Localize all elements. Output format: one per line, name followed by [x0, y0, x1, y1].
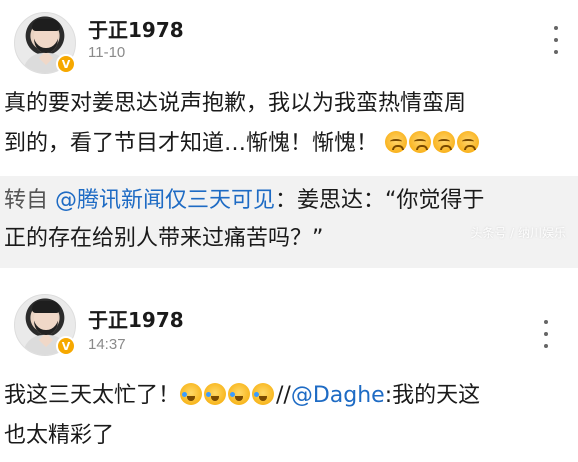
dot-icon [554, 50, 558, 54]
more-options-button[interactable] [536, 320, 556, 348]
post-text: 真的要对姜思达说声抱歉，我以为我蛮热情蛮周 到的，看了节目才知道…惭愧！惭愧！ [4, 84, 481, 164]
post-text-after-mention: :我的天这 [384, 383, 481, 408]
sad-face-icon [457, 131, 480, 153]
username[interactable]: 于正1978 [88, 14, 184, 43]
weibo-post-1: V 于正1978 11-10 真的要对姜思达说声抱歉，我以为我蛮热情蛮周 到的，… [0, 0, 578, 268]
post-time: 11-10 [88, 44, 126, 61]
watermark: 头条号 / 纳川娱乐 [470, 226, 566, 240]
dot-icon [544, 320, 548, 324]
more-options-button[interactable] [546, 26, 566, 54]
dot-icon [544, 344, 548, 348]
sad-face-icon [409, 131, 432, 153]
sad-face-icon [385, 131, 408, 153]
post-text-line-2: 到的，看了节目才知道…惭愧！惭愧！ [4, 124, 481, 164]
post-text-line-2-content: 到的，看了节目才知道…惭愧！惭愧！ [4, 131, 379, 156]
dot-icon [554, 38, 558, 42]
weibo-post-2: V 于正1978 14:37 我这三天太忙了！ //@Daghe:我的天这 也太精… [0, 268, 578, 462]
post-text-before-emoji: 我这三天太忙了！ [4, 383, 181, 408]
repost-mention-link[interactable]: @腾讯新闻仅三天可见 [55, 188, 275, 213]
post-text-line-2: 也太精彩了 [4, 423, 115, 448]
dot-icon [554, 26, 558, 30]
repost-line-1-rest: ：姜思达：“你觉得于 [275, 188, 485, 213]
repost-separator: // [276, 383, 291, 408]
dot-icon [544, 332, 548, 336]
laughing-crying-icon [180, 383, 203, 405]
verified-badge-icon: V [56, 54, 76, 74]
post-text-line-1: 真的要对姜思达说声抱歉，我以为我蛮热情蛮周 [4, 91, 467, 116]
post-text-line-1: 我这三天太忙了！ //@Daghe:我的天这 [4, 376, 480, 416]
verified-badge-icon: V [56, 336, 76, 356]
avatar-hair-shape [32, 301, 60, 313]
post-time: 14:37 [88, 336, 126, 353]
username[interactable]: 于正1978 [88, 304, 184, 333]
post-divider [0, 258, 578, 268]
mention-link[interactable]: @Daghe [291, 383, 385, 408]
post-text: 我这三天太忙了！ //@Daghe:我的天这 也太精彩了 [4, 376, 480, 456]
sad-face-icon [433, 131, 456, 153]
repost-box[interactable]: 转自 @腾讯新闻仅三天可见：姜思达：“你觉得于 正的存在给别人带来过痛苦吗？” … [0, 176, 578, 258]
repost-lead: 转自 [4, 188, 55, 213]
laughing-crying-icon [228, 383, 251, 405]
repost-line-2: 正的存在给别人带来过痛苦吗？” [4, 226, 324, 251]
repost-line-1: 转自 @腾讯新闻仅三天可见：姜思达：“你觉得于 [4, 182, 484, 220]
avatar-hair-shape [32, 19, 60, 31]
laughing-crying-icon [252, 383, 275, 405]
laughing-crying-icon [204, 383, 227, 405]
repost-text: 转自 @腾讯新闻仅三天可见：姜思达：“你觉得于 正的存在给别人带来过痛苦吗？” [4, 182, 484, 258]
